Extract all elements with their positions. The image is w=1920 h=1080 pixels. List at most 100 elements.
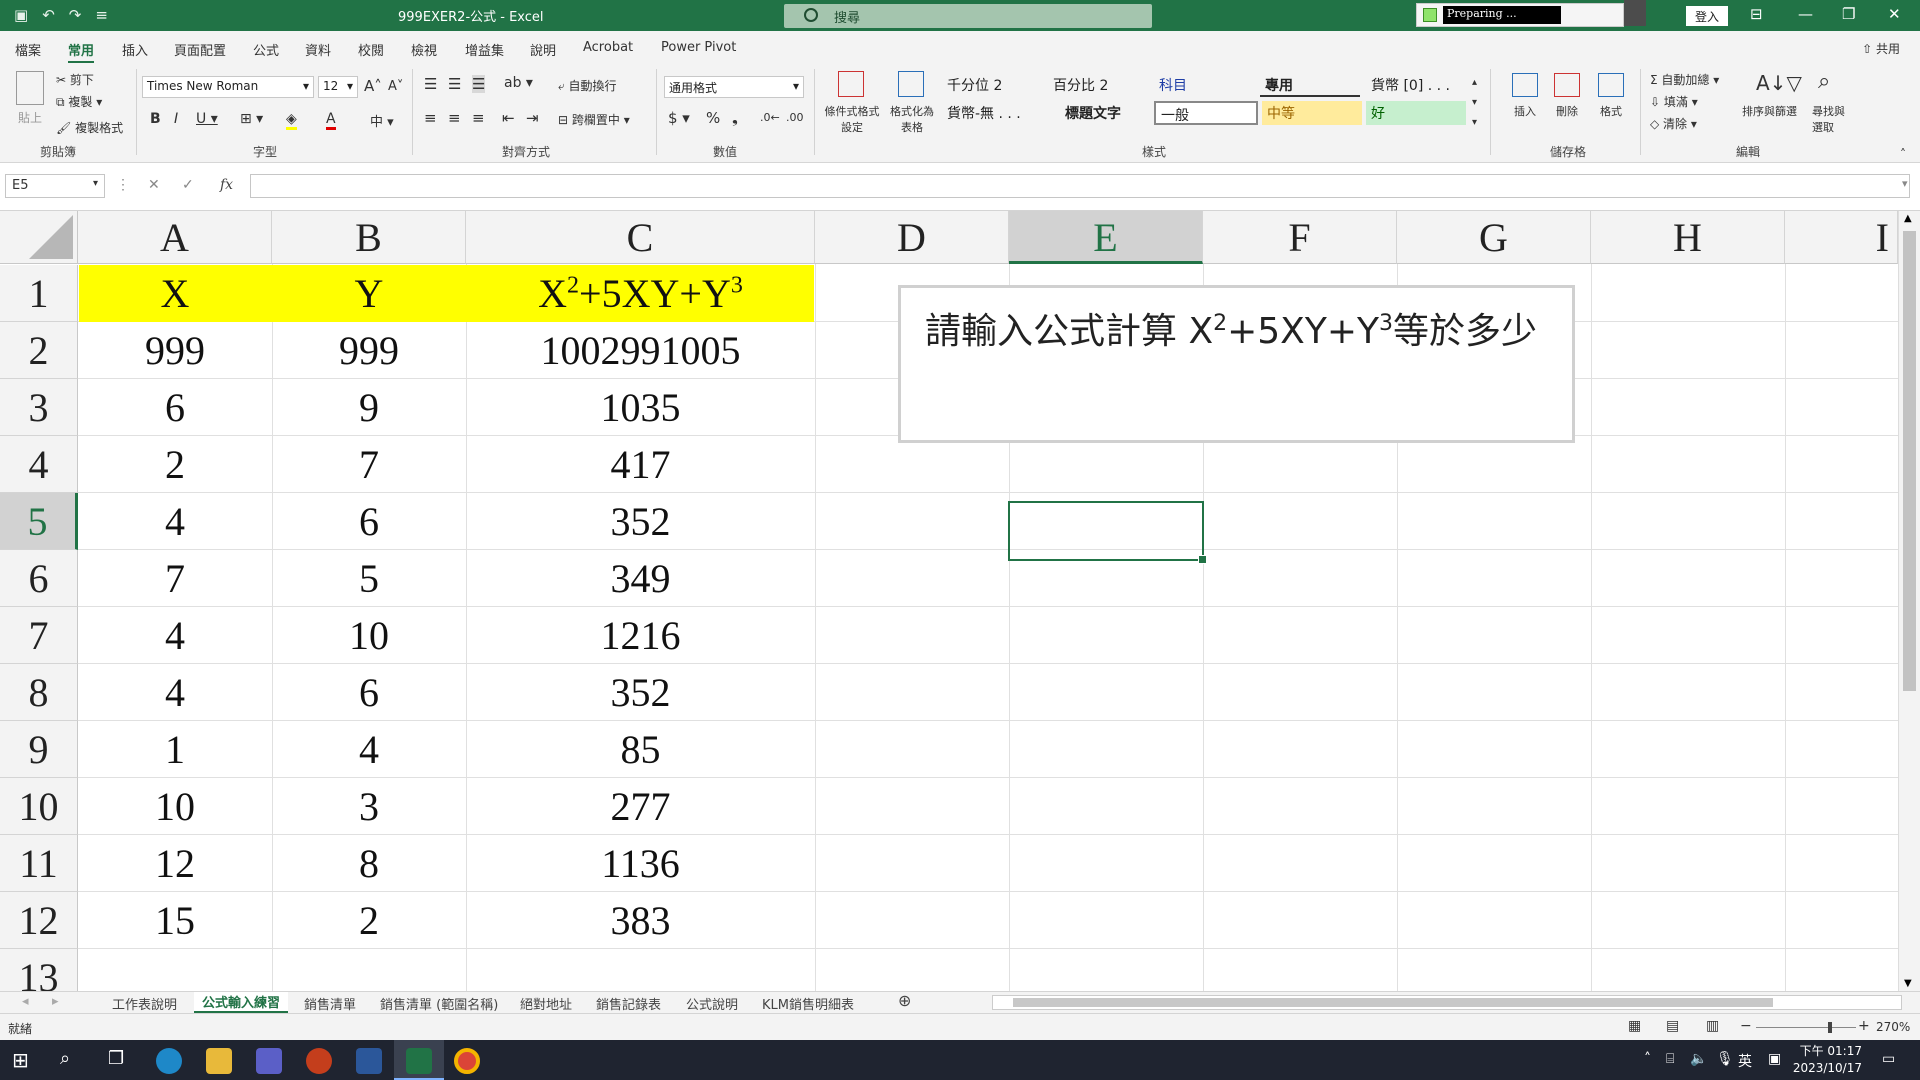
increase-decimal-icon[interactable]: .0← <box>760 111 780 124</box>
teams-icon[interactable] <box>256 1048 282 1074</box>
format-cells-label[interactable]: 格式 <box>1600 103 1622 119</box>
sheet-tab-2[interactable]: 公式輸入練習 <box>194 992 289 1013</box>
cancel-icon[interactable]: ✕ <box>148 177 160 193</box>
clear-button[interactable]: ◇ 清除 ▾ <box>1650 115 1697 132</box>
tab-review[interactable]: 校閱 <box>358 40 384 59</box>
enter-icon[interactable]: ✓ <box>182 177 194 193</box>
bold-icon[interactable]: B <box>150 111 161 127</box>
cell-b10[interactable]: 3 <box>272 778 466 835</box>
row-header-4[interactable]: 4 <box>0 436 78 493</box>
conditional-format-icon[interactable] <box>838 71 864 97</box>
cell-c6[interactable]: 349 <box>466 550 815 607</box>
cell-b8[interactable]: 6 <box>272 664 466 721</box>
clock[interactable]: 下午 01:17 2023/10/17 <box>1793 1043 1862 1077</box>
cell-c3[interactable]: 1035 <box>466 379 815 436</box>
style-normal[interactable]: 一般 <box>1154 101 1258 125</box>
ribbon-display-icon[interactable]: ⊟ <box>1750 5 1763 23</box>
column-header-g[interactable]: G <box>1397 211 1591 264</box>
powerpoint-icon[interactable] <box>306 1048 332 1074</box>
edge-icon[interactable] <box>156 1048 182 1074</box>
row-header-6[interactable]: 6 <box>0 550 78 607</box>
row-header-5[interactable]: 5 <box>0 493 78 550</box>
row-header-10[interactable]: 10 <box>0 778 78 835</box>
insert-function-icon[interactable]: fx <box>220 177 233 193</box>
row-header-7[interactable]: 7 <box>0 607 78 664</box>
prev-sheet-icon[interactable]: ◂ <box>22 994 29 1009</box>
cell-a8[interactable]: 4 <box>78 664 272 721</box>
style-title-text[interactable]: 標題文字 <box>1060 101 1126 125</box>
find-select-label[interactable]: 尋找與選取 <box>1812 103 1848 135</box>
style-percent2[interactable]: 百分比 2 <box>1048 73 1113 97</box>
cell-b9[interactable]: 4 <box>272 721 466 778</box>
formula-bar-options-icon[interactable]: ⋮ <box>116 177 130 193</box>
cell-a9[interactable]: 1 <box>78 721 272 778</box>
style-comma2[interactable]: 千分位 2 <box>942 73 1007 97</box>
delete-cells-label[interactable]: 刪除 <box>1556 103 1578 119</box>
save-icon[interactable]: ▣ <box>14 6 28 24</box>
zoom-slider[interactable] <box>1756 1027 1856 1028</box>
next-sheet-icon[interactable]: ▸ <box>52 994 59 1009</box>
cell-b1[interactable]: Y <box>272 265 466 322</box>
decrease-indent-icon[interactable]: ⇤ <box>502 109 515 127</box>
wrap-text-button[interactable]: ⤶ 自動換行 <box>558 77 617 94</box>
cell-c2[interactable]: 1002991005 <box>466 322 815 379</box>
formula-input[interactable] <box>250 174 1910 198</box>
excel-taskbar-slot[interactable] <box>394 1040 444 1080</box>
notification-icon[interactable]: ▭ <box>1882 1051 1895 1067</box>
zoom-level[interactable]: 270% <box>1876 1020 1910 1034</box>
cell-b7[interactable]: 10 <box>272 607 466 664</box>
column-header-d[interactable]: D <box>815 211 1009 264</box>
delete-cells-icon[interactable] <box>1554 73 1580 97</box>
vertical-scroll-thumb[interactable] <box>1903 231 1916 691</box>
italic-icon[interactable]: I <box>174 111 178 127</box>
fill-color-icon[interactable]: ◈ <box>286 111 297 130</box>
styles-scroll-icon[interactable]: ▴ ▾ ▾ <box>1472 73 1477 133</box>
insert-cells-label[interactable]: 插入 <box>1514 103 1536 119</box>
cell-b4[interactable]: 7 <box>272 436 466 493</box>
restore-icon[interactable]: ❐ <box>1842 5 1855 23</box>
sheet-tab-7[interactable]: 公式說明 <box>686 994 738 1013</box>
column-header-i[interactable]: I <box>1785 211 1898 264</box>
insert-cells-icon[interactable] <box>1512 73 1538 97</box>
undo-icon[interactable]: ↶ <box>42 6 55 24</box>
sheet-tab-6[interactable]: 銷售記錄表 <box>596 994 661 1013</box>
border-icon[interactable]: ⊞ ▾ <box>240 111 263 127</box>
style-subject[interactable]: 科目 <box>1154 73 1192 97</box>
sheet-tab-8[interactable]: KLM銷售明細表 <box>762 994 854 1013</box>
minimize-icon[interactable]: — <box>1798 5 1813 23</box>
row-header-1[interactable]: 1 <box>0 265 78 322</box>
tab-data[interactable]: 資料 <box>305 40 331 59</box>
row-header-3[interactable]: 3 <box>0 379 78 436</box>
shrink-font-icon[interactable]: A˅ <box>388 79 403 94</box>
row-header-11[interactable]: 11 <box>0 835 78 892</box>
format-painter-button[interactable]: 🖌 複製格式 <box>56 119 123 136</box>
align-center-icon[interactable]: ≡ <box>448 109 461 127</box>
orientation-icon[interactable]: ab ▾ <box>504 75 533 91</box>
file-explorer-icon[interactable] <box>206 1048 232 1074</box>
name-box[interactable]: E5 ▾ <box>5 174 105 198</box>
align-middle-icon[interactable]: ☰ <box>448 75 461 93</box>
sheet-tab-1[interactable]: 工作表說明 <box>112 994 177 1013</box>
ime-indicator[interactable]: 英 <box>1738 1051 1752 1071</box>
cell-c10[interactable]: 277 <box>466 778 815 835</box>
column-header-b[interactable]: B <box>272 211 466 264</box>
font-size-select[interactable]: 12 ▾ <box>318 76 358 98</box>
autosum-button[interactable]: Σ 自動加總 ▾ <box>1650 71 1719 88</box>
sheet-tab-3[interactable]: 銷售清單 <box>304 994 356 1013</box>
font-color-icon[interactable]: A <box>326 111 336 130</box>
decrease-decimal-icon[interactable]: .00 <box>786 111 804 124</box>
page-break-view-icon[interactable]: ▥ <box>1706 1018 1719 1034</box>
word-icon[interactable] <box>356 1048 382 1074</box>
cell-b12[interactable]: 2 <box>272 892 466 949</box>
cell-a11[interactable]: 12 <box>78 835 272 892</box>
instruction-textbox[interactable]: 請輸入公式計算 X2+5XY+Y3等於多少 <box>898 285 1575 443</box>
align-top-icon[interactable]: ☰ <box>424 75 437 93</box>
add-sheet-icon[interactable]: ⊕ <box>898 991 911 1010</box>
tab-view[interactable]: 檢視 <box>411 40 437 59</box>
horizontal-scrollbar[interactable] <box>992 995 1902 1010</box>
column-header-f[interactable]: F <box>1203 211 1397 264</box>
tab-page-layout[interactable]: 頁面配置 <box>174 40 226 59</box>
cell-c9[interactable]: 85 <box>466 721 815 778</box>
fill-button[interactable]: ⇩ 填滿 ▾ <box>1650 93 1698 110</box>
task-view-icon[interactable]: ❐ <box>108 1048 124 1069</box>
